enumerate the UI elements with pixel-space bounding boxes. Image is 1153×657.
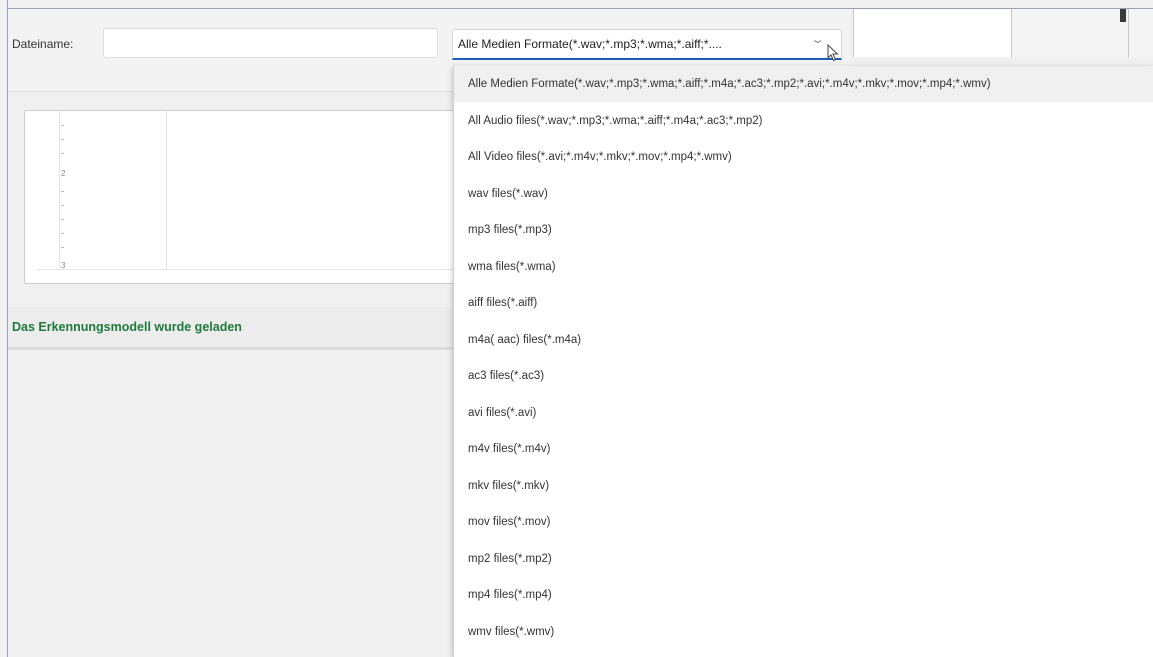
status-bar: Das Erkennungsmodell wurde geladen bbox=[8, 307, 453, 350]
right-pane-edge bbox=[1128, 9, 1153, 57]
filetype-dropdown-list: Alle Medien Formate(*.wav;*.mp3;*.wma;*.… bbox=[453, 66, 1153, 657]
dropdown-option[interactable]: m4v files(*.m4v) bbox=[454, 431, 1153, 467]
gutter-number: 2 bbox=[61, 169, 66, 178]
filename-input[interactable] bbox=[103, 28, 438, 58]
gutter-tick bbox=[61, 153, 64, 154]
dropdown-option[interactable]: m4a( aac) files(*.m4a) bbox=[454, 322, 1153, 358]
dropdown-option[interactable]: mkv files(*.mkv) bbox=[454, 468, 1153, 504]
dropdown-option[interactable]: Alle Medien Formate(*.wav;*.mp3;*.wma;*.… bbox=[454, 66, 1153, 102]
dropdown-option[interactable]: ac3 files(*.ac3) bbox=[454, 358, 1153, 394]
chevron-down-icon[interactable]: ⌄ bbox=[810, 33, 825, 46]
gutter-tick bbox=[61, 191, 64, 192]
gutter-tick bbox=[61, 205, 64, 206]
gutter-tick bbox=[61, 139, 64, 140]
editor-divider bbox=[59, 111, 60, 269]
dropdown-option[interactable]: All Audio files(*.wav;*.mp3;*.wma;*.aiff… bbox=[454, 103, 1153, 139]
dropdown-option[interactable]: wma files(*.wma) bbox=[454, 249, 1153, 285]
line-gutter: 2 3 bbox=[37, 111, 65, 270]
scrollbar-thumb[interactable] bbox=[1120, 9, 1126, 22]
right-pane-gray bbox=[1011, 9, 1128, 57]
status-message: Das Erkennungsmodell wurde geladen bbox=[12, 320, 242, 334]
dropdown-option[interactable]: wav files(*.wav) bbox=[454, 176, 1153, 212]
gutter-tick bbox=[61, 233, 64, 234]
mouse-pointer-icon bbox=[827, 44, 839, 62]
dropdown-option[interactable]: mp4 files(*.mp4) bbox=[454, 577, 1153, 613]
waveform-editor: 2 3 bbox=[24, 110, 466, 284]
gutter-tick bbox=[61, 247, 64, 248]
editor-divider bbox=[166, 111, 167, 269]
dropdown-option[interactable]: mp2 files(*.mp2) bbox=[454, 541, 1153, 577]
dropdown-option[interactable]: aiff files(*.aiff) bbox=[454, 285, 1153, 321]
dropdown-option[interactable]: mov files(*.mov) bbox=[454, 504, 1153, 540]
dropdown-option[interactable]: wmv files(*.wmv) bbox=[454, 614, 1153, 650]
filetype-selected-value: Alle Medien Formate(*.wav;*.mp3;*.wma;*.… bbox=[458, 37, 722, 51]
dropdown-option[interactable]: All Video files(*.avi;*.m4v;*.mkv;*.mov;… bbox=[454, 139, 1153, 175]
dropdown-option[interactable]: avi files(*.avi) bbox=[454, 395, 1153, 431]
dropdown-option[interactable]: mp3 files(*.mp3) bbox=[454, 212, 1153, 248]
gutter-tick bbox=[61, 125, 64, 126]
editor-bottom-line bbox=[37, 269, 465, 270]
gutter-tick bbox=[61, 219, 64, 220]
right-pane-white bbox=[853, 9, 1011, 57]
filename-label: Dateiname: bbox=[12, 37, 74, 51]
